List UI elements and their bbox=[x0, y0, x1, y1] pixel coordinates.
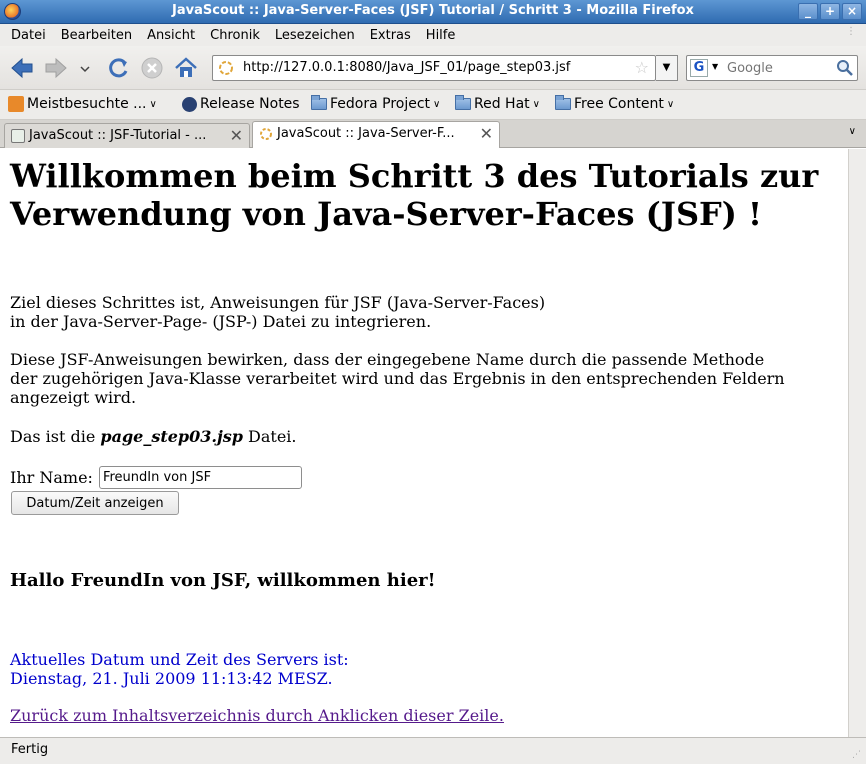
intro-paragraph: Ziel dieses Schrittes ist, Anweisungen f… bbox=[10, 293, 840, 331]
bookmark-label: Release Notes bbox=[200, 96, 300, 112]
window-controls: _ + × bbox=[798, 3, 862, 20]
description-line-2: der zugehörigen Java-Klasse verarbeitet … bbox=[10, 369, 785, 388]
maximize-button[interactable]: + bbox=[820, 3, 840, 20]
forward-arrow-icon bbox=[45, 57, 67, 79]
home-icon bbox=[175, 57, 197, 77]
bookmark-red-hat[interactable]: Red Hat ∨ bbox=[455, 95, 540, 112]
bookmark-free-content[interactable]: Free Content ∨ bbox=[555, 95, 675, 112]
page-icon bbox=[11, 129, 25, 143]
menu-grip-icon: ⋮ bbox=[846, 26, 856, 37]
rss-feed-icon bbox=[8, 96, 24, 112]
chevron-down-icon: ∨ bbox=[149, 98, 157, 110]
datetime-label: Aktuelles Datum und Zeit des Servers ist… bbox=[10, 650, 349, 669]
name-label: Ihr Name: bbox=[10, 468, 93, 487]
forward-button[interactable] bbox=[42, 54, 70, 82]
intro-line-2: in der Java-Server-Page- (JSP-) Datei zu… bbox=[10, 312, 432, 331]
chevron-down-icon: ▼ bbox=[712, 62, 719, 71]
menu-datei[interactable]: Datei bbox=[4, 28, 54, 43]
search-bar: G ▼ bbox=[686, 55, 858, 81]
status-bar: Fertig ⋰ bbox=[0, 737, 866, 764]
history-dropdown-button[interactable] bbox=[76, 54, 94, 82]
file-name: page_step03.jsp bbox=[100, 427, 243, 446]
bookmark-fedora-project[interactable]: Fedora Project ∨ bbox=[311, 95, 441, 112]
menu-hilfe[interactable]: Hilfe bbox=[419, 28, 464, 43]
loading-throbber-icon bbox=[260, 128, 272, 140]
url-bar[interactable]: http://127.0.0.1:8080/Java_JSF_01/page_s… bbox=[212, 55, 656, 81]
back-button[interactable] bbox=[8, 54, 36, 82]
file-suffix: Datei. bbox=[242, 427, 297, 446]
bookmark-label: Fedora Project bbox=[330, 96, 431, 112]
menu-bearbeiten[interactable]: Bearbeiten bbox=[54, 28, 140, 43]
chevron-down-icon: ∨ bbox=[433, 98, 441, 110]
chevron-down-icon: ▼ bbox=[662, 62, 671, 73]
resize-grip-icon[interactable]: ⋰ bbox=[852, 750, 864, 762]
vertical-scrollbar[interactable] bbox=[848, 149, 866, 737]
name-input[interactable] bbox=[98, 466, 302, 489]
close-button[interactable]: × bbox=[842, 3, 862, 20]
url-text[interactable]: http://127.0.0.1:8080/Java_JSF_01/page_s… bbox=[243, 60, 570, 75]
tab-label: JavaScout :: JSF-Tutorial - ... bbox=[29, 128, 207, 143]
bookmark-star-icon[interactable]: ☆ bbox=[635, 58, 649, 77]
search-input[interactable] bbox=[727, 58, 832, 78]
url-history-dropdown[interactable]: ▼ bbox=[656, 55, 678, 81]
menu-chronik[interactable]: Chronik bbox=[203, 28, 268, 43]
tab-jsf-tutorial[interactable]: JavaScout :: JSF-Tutorial - ... ✕ bbox=[4, 123, 250, 148]
tab-label: JavaScout :: Java-Server-F... bbox=[277, 126, 455, 141]
minimize-button[interactable]: _ bbox=[798, 3, 818, 20]
menu-ansicht[interactable]: Ansicht bbox=[140, 28, 203, 43]
folder-icon bbox=[311, 95, 327, 110]
search-icon[interactable] bbox=[836, 59, 854, 77]
name-form-row: Ihr Name: bbox=[10, 466, 302, 489]
folder-icon bbox=[555, 95, 571, 110]
intro-line-1: Ziel dieses Schrittes ist, Anweisungen f… bbox=[10, 293, 546, 312]
back-to-index-link[interactable]: Zurück zum Inhaltsverzeichnis durch Ankl… bbox=[10, 706, 504, 725]
reload-button[interactable] bbox=[104, 54, 132, 82]
search-engine-selector[interactable]: G ▼ bbox=[690, 59, 724, 77]
chevron-down-icon: ∨ bbox=[532, 98, 540, 110]
chevron-down-icon: ∨ bbox=[666, 98, 675, 110]
folder-icon bbox=[455, 95, 471, 110]
bookmark-label: Free Content bbox=[574, 96, 664, 112]
bookmarks-toolbar: Meistbesuchte ... ∨ Release Notes Fedora… bbox=[0, 90, 866, 120]
tab-list-chevron-icon[interactable]: ∨ bbox=[849, 126, 856, 137]
datetime-value: Dienstag, 21. Juli 2009 11:13:42 MESZ. bbox=[10, 669, 333, 688]
window-title: JavaScout :: Java-Server-Faces (JSF) Tut… bbox=[172, 3, 694, 18]
tab-java-server-faces[interactable]: JavaScout :: Java-Server-F... ✕ bbox=[252, 121, 500, 148]
window-titlebar[interactable]: JavaScout :: Java-Server-Faces (JSF) Tut… bbox=[0, 0, 866, 24]
loading-throbber-icon bbox=[219, 61, 233, 75]
menu-lesezeichen[interactable]: Lesezeichen bbox=[268, 28, 363, 43]
description-line-1: Diese JSF-Anweisungen bewirken, dass der… bbox=[10, 350, 765, 369]
menu-bar: Datei Bearbeiten Ansicht Chronik Lesezei… bbox=[0, 24, 866, 46]
fedora-icon bbox=[182, 96, 197, 112]
stop-icon bbox=[141, 57, 163, 79]
bookmark-release-notes[interactable]: Release Notes bbox=[182, 96, 300, 112]
show-datetime-button[interactable]: Datum/Zeit anzeigen bbox=[11, 491, 179, 515]
status-text: Fertig bbox=[11, 742, 49, 757]
file-paragraph: Das ist die page_step03.jsp Datei. bbox=[10, 427, 840, 446]
page-heading: Willkommen beim Schritt 3 des Tutorials … bbox=[10, 157, 819, 233]
home-button[interactable] bbox=[172, 54, 200, 82]
close-tab-icon[interactable]: ✕ bbox=[480, 124, 493, 143]
menu-extras[interactable]: Extras bbox=[363, 28, 419, 43]
server-datetime: Aktuelles Datum und Zeit des Servers ist… bbox=[10, 650, 349, 688]
tab-bar: JavaScout :: JSF-Tutorial - ... ✕ JavaSc… bbox=[0, 120, 866, 148]
file-prefix: Das ist die bbox=[10, 427, 101, 446]
description-paragraph: Diese JSF-Anweisungen bewirken, dass der… bbox=[10, 350, 840, 407]
bookmark-label: Red Hat bbox=[474, 96, 530, 112]
google-icon: G bbox=[690, 59, 708, 77]
reload-icon bbox=[109, 58, 128, 78]
greeting-text: Hallo FreundIn von JSF, willkommen hier! bbox=[10, 570, 436, 591]
bookmark-label: Meistbesuchte ... bbox=[27, 96, 147, 112]
chevron-down-icon bbox=[80, 66, 90, 73]
close-tab-icon[interactable]: ✕ bbox=[230, 126, 243, 145]
bookmark-meistbesuchte[interactable]: Meistbesuchte ... ∨ bbox=[8, 96, 157, 112]
back-arrow-icon bbox=[11, 57, 33, 79]
description-line-3: angezeigt wird. bbox=[10, 388, 137, 407]
page-content: Willkommen beim Schritt 3 des Tutorials … bbox=[0, 149, 848, 737]
stop-button[interactable] bbox=[138, 54, 166, 82]
